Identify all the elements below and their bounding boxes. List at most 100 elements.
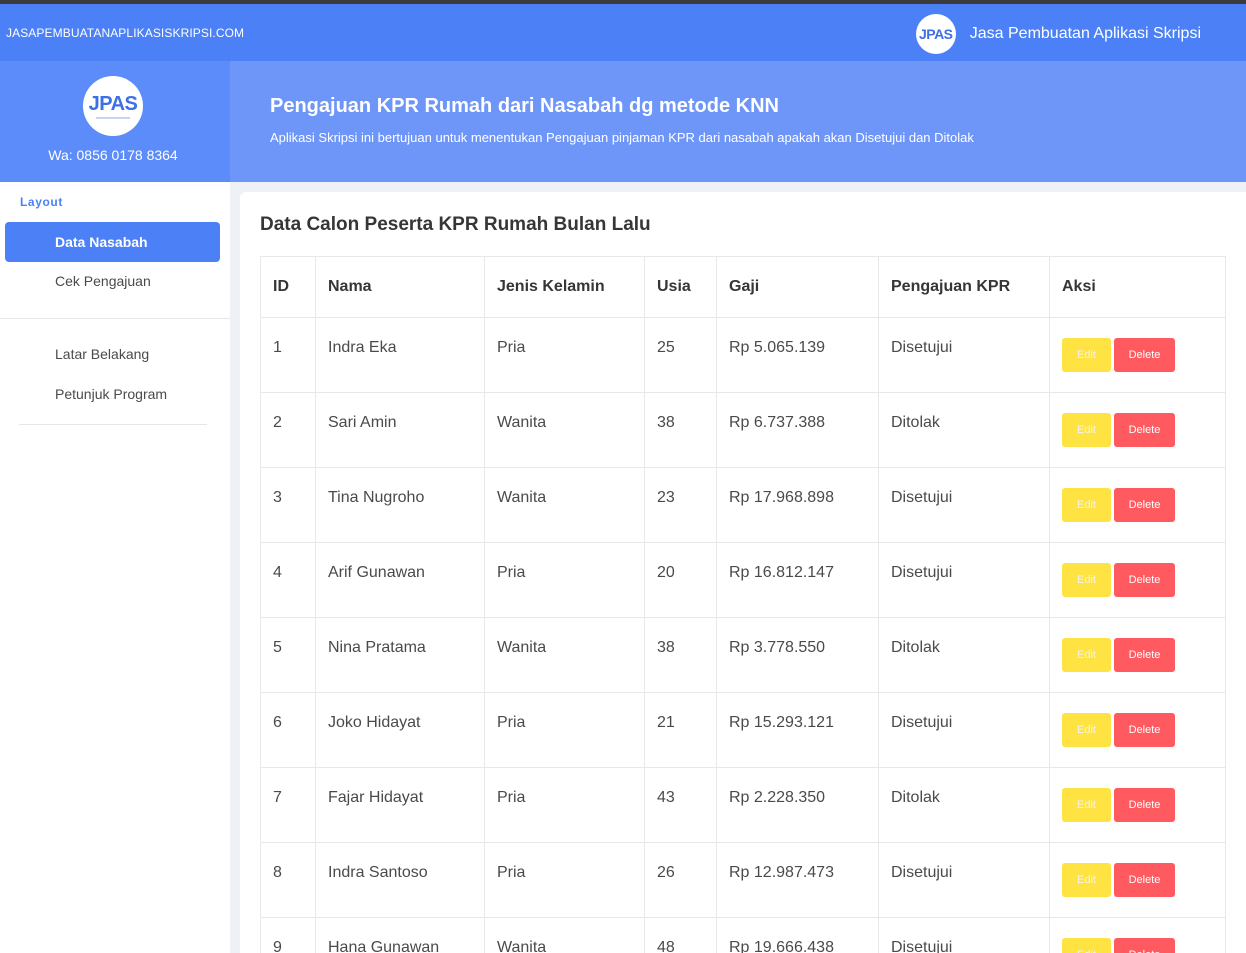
cell-jenis-kelamin: Wanita (484, 392, 645, 468)
cell-id: 2 (260, 392, 316, 468)
top-navbar: JASAPEMBUATANAPLIKASISKRIPSI.COM JPAS Ja… (0, 4, 1246, 61)
table-row: 9 Hana Gunawan Wanita 48 Rp 19.666.438 Disetu… (260, 917, 1226, 953)
delete-button[interactable]: Delete (1114, 788, 1175, 822)
cell-pengajuan-kpr: Disetujui (878, 917, 1050, 953)
cell-id: 5 (260, 617, 316, 693)
delete-button[interactable]: Delete (1114, 938, 1175, 953)
cell-jenis-kelamin: Wanita (484, 917, 645, 953)
menu-divider (0, 318, 230, 319)
edit-button[interactable]: Edit (1062, 938, 1111, 953)
cell-id: 9 (260, 917, 316, 953)
delete-button[interactable]: Delete (1114, 863, 1175, 897)
cell-nama: Indra Eka (315, 317, 485, 393)
cell-usia: 26 (644, 842, 717, 918)
cell-aksi: EditDelete (1049, 842, 1226, 918)
sidebar-menu: Layout Data Nasabah Cek Pengajuan Latar … (0, 182, 230, 953)
sidebar-item-data-nasabah[interactable]: Data Nasabah (5, 222, 220, 262)
navbar-title: Jasa Pembuatan Aplikasi Skripsi (969, 25, 1201, 42)
cell-usia: 23 (644, 467, 717, 543)
cell-nama: Hana Gunawan (315, 917, 485, 953)
col-header-id: ID (260, 256, 316, 318)
cell-id: 3 (260, 467, 316, 543)
cell-pengajuan-kpr: Disetujui (878, 692, 1050, 768)
delete-button[interactable]: Delete (1114, 488, 1175, 522)
cell-id: 1 (260, 317, 316, 393)
cell-nama: Joko Hidayat (315, 692, 485, 768)
navbar-brand-group[interactable]: JPAS Jasa Pembuatan Aplikasi Skripsi (915, 14, 1201, 54)
edit-button[interactable]: Edit (1062, 863, 1111, 897)
cell-nama: Nina Pratama (315, 617, 485, 693)
edit-button[interactable]: Edit (1062, 338, 1111, 372)
cell-usia: 43 (644, 767, 717, 843)
col-header-usia: Usia (644, 256, 717, 318)
cell-aksi: EditDelete (1049, 917, 1226, 953)
cell-pengajuan-kpr: Ditolak (878, 617, 1050, 693)
cell-gaji: Rp 3.778.550 (716, 617, 879, 693)
cell-nama: Fajar Hidayat (315, 767, 485, 843)
cell-nama: Indra Santoso (315, 842, 485, 918)
sidebar-header: JPAS Wa: 0856 0178 8364 (0, 61, 230, 182)
table-row: 5 Nina Pratama Wanita 38 Rp 3.778.550 Ditolak… (260, 617, 1226, 693)
cell-pengajuan-kpr: Disetujui (878, 842, 1050, 918)
hero-banner: Pengajuan KPR Rumah dari Nasabah dg meto… (230, 61, 1246, 182)
cell-pengajuan-kpr: Ditolak (878, 767, 1050, 843)
delete-button[interactable]: Delete (1114, 713, 1175, 747)
cell-aksi: EditDelete (1049, 467, 1226, 543)
cell-gaji: Rp 15.293.121 (716, 692, 879, 768)
cell-aksi: EditDelete (1049, 392, 1226, 468)
menu-section-label: Layout (20, 195, 63, 209)
cell-aksi: EditDelete (1049, 767, 1226, 843)
edit-button[interactable]: Edit (1062, 638, 1111, 672)
whatsapp-contact: Wa: 0856 0178 8364 (48, 147, 178, 163)
edit-button[interactable]: Edit (1062, 413, 1111, 447)
edit-button[interactable]: Edit (1062, 488, 1111, 522)
cell-aksi: EditDelete (1049, 692, 1226, 768)
sidebar-item-cek-pengajuan[interactable]: Cek Pengajuan (5, 261, 220, 301)
cell-gaji: Rp 16.812.147 (716, 542, 879, 618)
card-title: Data Calon Peserta KPR Rumah Bulan Lalu (260, 214, 651, 235)
cell-usia: 20 (644, 542, 717, 618)
cell-gaji: Rp 17.968.898 (716, 467, 879, 543)
delete-button[interactable]: Delete (1114, 338, 1175, 372)
delete-button[interactable]: Delete (1114, 563, 1175, 597)
menu-divider (19, 424, 207, 425)
col-header-pengajuan-kpr: Pengajuan KPR (878, 256, 1050, 318)
cell-gaji: Rp 5.065.139 (716, 317, 879, 393)
cell-nama: Arif Gunawan (315, 542, 485, 618)
cell-jenis-kelamin: Wanita (484, 467, 645, 543)
col-header-nama: Nama (315, 256, 485, 318)
data-card: Data Calon Peserta KPR Rumah Bulan Lalu … (240, 192, 1246, 953)
page-title: Pengajuan KPR Rumah dari Nasabah dg meto… (270, 95, 779, 117)
cell-nama: Sari Amin (315, 392, 485, 468)
cell-jenis-kelamin: Pria (484, 842, 645, 918)
cell-jenis-kelamin: Pria (484, 317, 645, 393)
cell-aksi: EditDelete (1049, 617, 1226, 693)
cell-usia: 38 (644, 392, 717, 468)
cell-jenis-kelamin: Pria (484, 542, 645, 618)
table-row: 2 Sari Amin Wanita 38 Rp 6.737.388 Ditolak Edi… (260, 392, 1226, 468)
cell-aksi: EditDelete (1049, 317, 1226, 393)
sidebar-item-petunjuk-program[interactable]: Petunjuk Program (5, 374, 220, 414)
cell-aksi: EditDelete (1049, 542, 1226, 618)
table-row: 4 Arif Gunawan Pria 20 Rp 16.812.147 Disetuju… (260, 542, 1226, 618)
table-row: 6 Joko Hidayat Pria 21 Rp 15.293.121 Disetuju… (260, 692, 1226, 768)
cell-jenis-kelamin: Pria (484, 692, 645, 768)
table-row: 1 Indra Eka Pria 25 Rp 5.065.139 Disetujui Edi… (260, 317, 1226, 393)
delete-button[interactable]: Delete (1114, 638, 1175, 672)
cell-jenis-kelamin: Pria (484, 767, 645, 843)
cell-gaji: Rp 19.666.438 (716, 917, 879, 953)
edit-button[interactable]: Edit (1062, 788, 1111, 822)
site-brand-link[interactable]: JASAPEMBUATANAPLIKASISKRIPSI.COM (6, 26, 244, 40)
jpas-logo-large-icon: JPAS (83, 76, 143, 136)
cell-id: 4 (260, 542, 316, 618)
edit-button[interactable]: Edit (1062, 563, 1111, 597)
cell-id: 7 (260, 767, 316, 843)
cell-pengajuan-kpr: Disetujui (878, 317, 1050, 393)
delete-button[interactable]: Delete (1114, 413, 1175, 447)
cell-id: 6 (260, 692, 316, 768)
nasabah-table: ID Nama Jenis Kelamin Usia Gaji Pengajua… (260, 256, 1226, 953)
sidebar-item-latar-belakang[interactable]: Latar Belakang (5, 334, 220, 374)
cell-pengajuan-kpr: Disetujui (878, 467, 1050, 543)
logo-text: JPAS (88, 92, 138, 115)
edit-button[interactable]: Edit (1062, 713, 1111, 747)
